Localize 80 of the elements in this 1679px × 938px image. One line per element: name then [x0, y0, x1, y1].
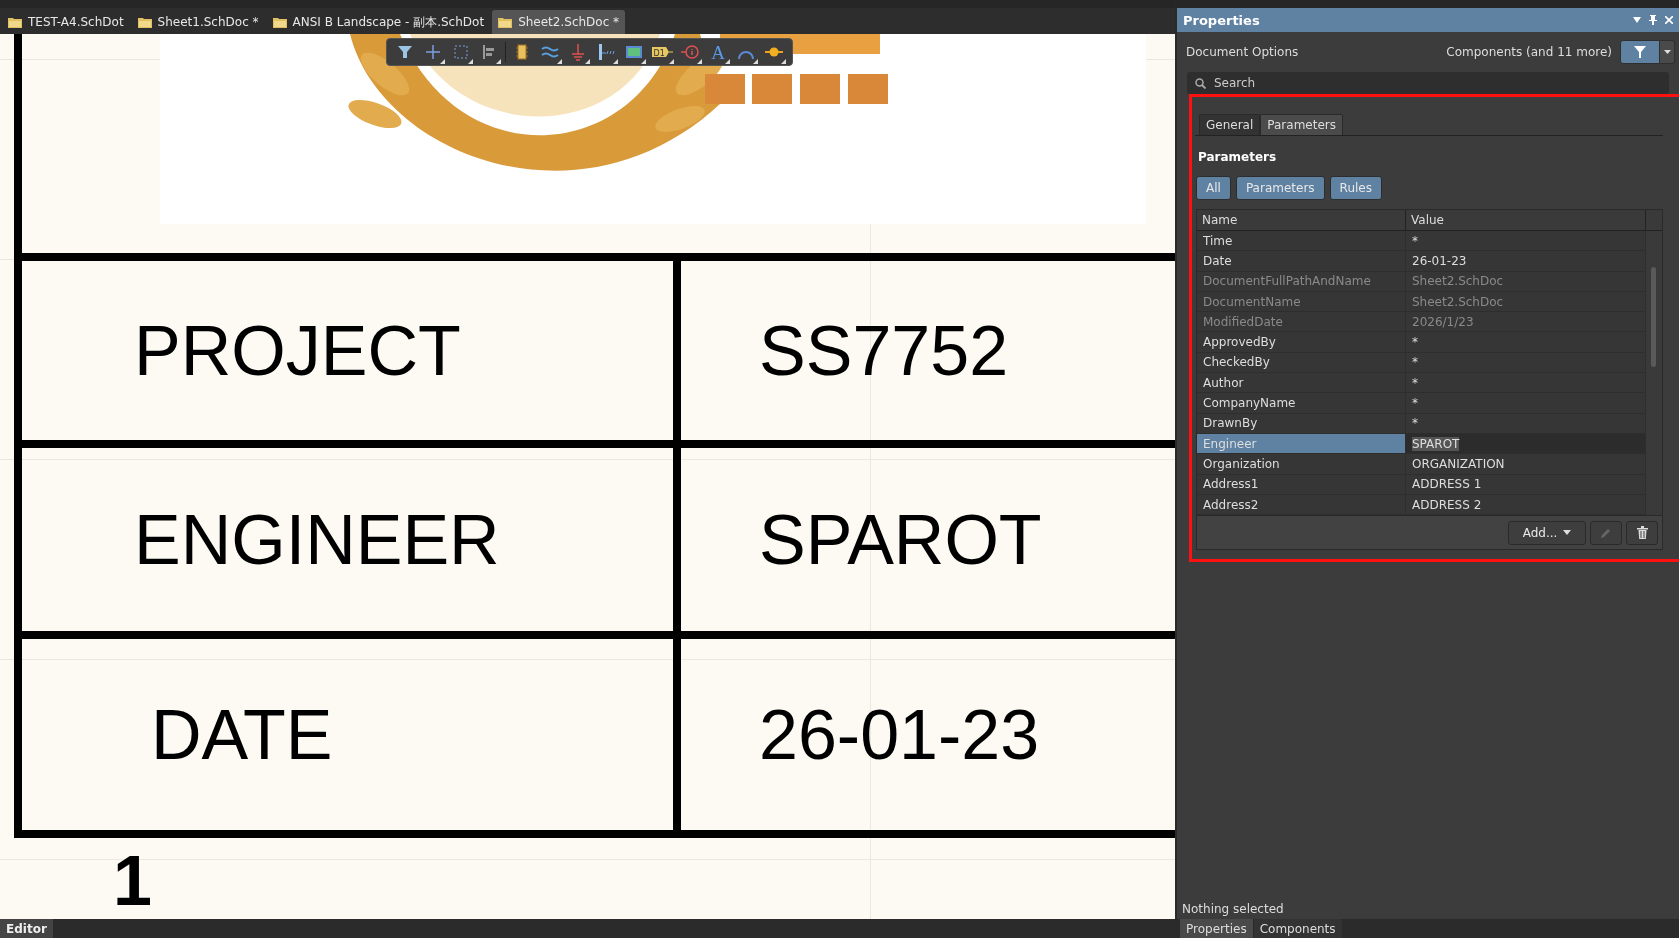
title-block-value: SPAROT: [759, 499, 1042, 580]
dropdown-arrow-icon[interactable]: [1633, 17, 1641, 23]
column-header[interactable]: Value: [1406, 210, 1646, 230]
panel-bottom-tab[interactable]: Properties: [1180, 919, 1254, 938]
table-cell: 26-01-23: [1406, 251, 1646, 271]
table-cell: Sheet2.SchDoc: [1406, 291, 1646, 312]
parameter-row[interactable]: Address2 ADDRESS 2: [1197, 494, 1646, 516]
table-cell: 2026/1/23: [1406, 312, 1646, 332]
table-cell: Sheet2.SchDoc: [1406, 271, 1646, 291]
table-cell: *: [1406, 393, 1646, 413]
search-field[interactable]: Search: [1187, 72, 1669, 94]
scrollbar[interactable]: [1646, 231, 1662, 516]
folder-icon: [137, 16, 152, 28]
table-cell: CheckedBy: [1197, 352, 1406, 373]
table-cell: Organization: [1197, 454, 1406, 474]
title-block-label: PROJECT: [134, 310, 461, 391]
panel-tab[interactable]: Parameters: [1260, 114, 1343, 135]
column-header[interactable]: Name: [1197, 210, 1406, 230]
table-cell: *: [1406, 231, 1646, 251]
pin-icon[interactable]: [1649, 15, 1657, 25]
search-icon: [1195, 77, 1206, 89]
panel-bottom-tab[interactable]: Components: [1253, 919, 1343, 938]
title-block-value: SS7752: [759, 310, 1009, 391]
table-cell: ApprovedBy: [1197, 332, 1406, 352]
search-input[interactable]: Search: [1212, 75, 1669, 91]
table-cell: CompanyName: [1197, 393, 1406, 413]
selection-status: Nothing selected: [1182, 902, 1284, 916]
title-block-label: DATE: [151, 694, 333, 775]
funnel-icon: [1634, 46, 1646, 58]
table-cell: Engineer: [1197, 433, 1406, 454]
table-cell: DocumentFullPathAndName: [1197, 271, 1406, 291]
parameter-row[interactable]: DrawnBy *: [1197, 413, 1646, 434]
table-cell: *: [1406, 332, 1646, 352]
table-cell: *: [1406, 352, 1646, 373]
table-cell: ADDRESS 1: [1406, 474, 1646, 494]
parameter-row[interactable]: CheckedBy *: [1197, 352, 1646, 374]
table-cell: ModifiedDate: [1197, 312, 1406, 332]
parameter-row[interactable]: Author *: [1197, 373, 1646, 394]
document-tab[interactable]: Sheet2.SchDoc *: [492, 10, 626, 34]
document-tab[interactable]: Sheet1.SchDoc *: [131, 10, 265, 34]
table-cell: DocumentName: [1197, 291, 1406, 312]
document-tab[interactable]: TEST-A4.SchDot: [2, 10, 130, 34]
editor-tab[interactable]: Editor: [0, 919, 53, 938]
section-title: Parameters: [1198, 150, 1277, 164]
table-cell: DrawnBy: [1197, 413, 1406, 433]
parameter-row[interactable]: ApprovedBy *: [1197, 332, 1646, 353]
table-cell: *: [1406, 373, 1646, 393]
trash-icon[interactable]: [1626, 520, 1658, 545]
caret-icon: [1663, 50, 1671, 54]
table-cell: Author: [1197, 373, 1406, 393]
table-cell: ORGANIZATION: [1406, 454, 1646, 474]
panel-tab[interactable]: General: [1199, 114, 1261, 135]
title-block-label: ENGINEER: [134, 499, 500, 580]
parameter-row[interactable]: Engineer SPAROT: [1197, 433, 1646, 455]
filter-button[interactable]: [1620, 40, 1660, 64]
folder-icon: [272, 16, 287, 28]
table-cell: Time: [1197, 231, 1406, 251]
table-cell: SPAROT: [1406, 433, 1646, 454]
parameter-row[interactable]: Address1 ADDRESS 1: [1197, 474, 1646, 495]
table-cell: Address1: [1197, 474, 1406, 494]
folder-icon: [8, 16, 22, 28]
parameter-row[interactable]: Time *: [1197, 231, 1646, 252]
sheet-number: 1: [113, 846, 152, 916]
title-block-value: 26-01-23: [759, 694, 1040, 775]
table-cell: Address2: [1197, 494, 1406, 515]
close-icon[interactable]: [1665, 16, 1673, 24]
filter-dropdown-button[interactable]: [1660, 40, 1675, 64]
document-tab[interactable]: ANSI B Landscape - 副本.SchDot: [266, 10, 491, 34]
parameter-row[interactable]: Date 26-01-23: [1197, 251, 1646, 272]
parameter-row[interactable]: CompanyName *: [1197, 393, 1646, 414]
filter-label: Components (and 11 more): [1446, 45, 1612, 59]
table-cell: ADDRESS 2: [1406, 494, 1646, 515]
table-cell: *: [1406, 413, 1646, 433]
panel-title: Properties: [1183, 12, 1260, 28]
add-button[interactable]: Add...: [1508, 520, 1586, 545]
caret-icon: [1563, 530, 1572, 536]
table-cell: Date: [1197, 251, 1406, 271]
parameter-row[interactable]: Organization ORGANIZATION: [1197, 454, 1646, 475]
folder-icon: [498, 16, 513, 28]
document-options-label: Document Options: [1186, 45, 1299, 59]
